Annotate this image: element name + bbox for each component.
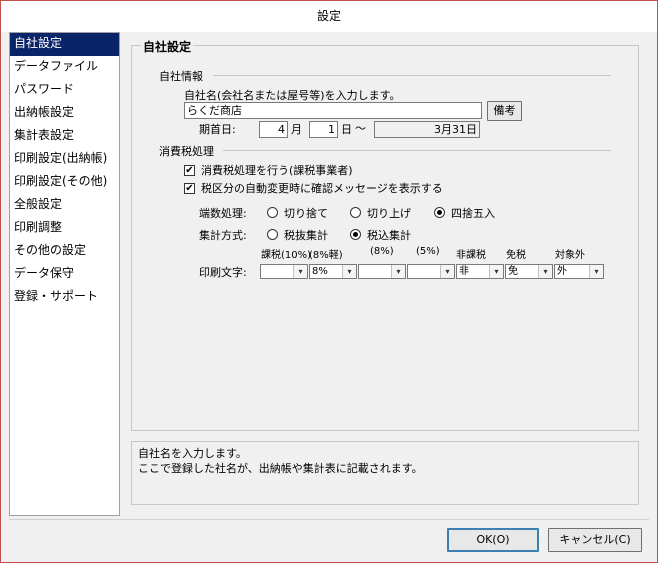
month-unit: 月 [291, 123, 302, 136]
chevron-down-icon: ▾ [440, 265, 454, 278]
main-panel: 自社設定 自社情報 自社名(会社名または屋号等)を入力します。 らくだ商店 備考… [125, 32, 647, 516]
window-title: 設定 [1, 1, 657, 32]
chevron-down-icon: ▾ [293, 265, 307, 278]
print-char-10-select[interactable]: ▾ [260, 264, 308, 279]
rounding-up-radio[interactable] [350, 207, 361, 218]
chevron-down-icon: ▾ [489, 265, 503, 278]
company-info-heading: 自社情報 [159, 70, 203, 83]
sidebar-item-company[interactable]: 自社設定 [10, 33, 119, 56]
fiscal-start-label: 期首日: [199, 123, 236, 136]
chevron-down-icon: ▾ [589, 265, 603, 278]
print-char-8-reduced-select[interactable]: 8% ▾ [309, 264, 357, 279]
sidebar-nav: 自社設定 データファイル パスワード 出納帳設定 集計表設定 印刷設定(出納帳)… [9, 32, 120, 516]
col-header-nontaxable: 非課税 [456, 250, 486, 261]
sidebar-item-print-other[interactable]: 印刷設定(その他) [10, 171, 119, 194]
help-line-1: 自社名を入力します。 [138, 447, 247, 460]
print-char-exempt-value: 免 [508, 266, 518, 277]
range-tilde: 〜 [355, 122, 366, 135]
sidebar-item-summary-settings[interactable]: 集計表設定 [10, 125, 119, 148]
print-char-exempt-select[interactable]: 免 ▾ [505, 264, 553, 279]
print-char-nontaxable-select[interactable]: 非 ▾ [456, 264, 504, 279]
company-name-prompt: 自社名(会社名または屋号等)を入力します。 [184, 89, 401, 102]
print-chars-label: 印刷文字: [199, 266, 247, 279]
panel-title: 自社設定 [141, 38, 194, 55]
chevron-down-icon: ▾ [391, 265, 405, 278]
sidebar-item-data-maintenance[interactable]: データ保守 [10, 263, 119, 286]
company-info-divider [213, 75, 611, 76]
sidebar-item-data-file[interactable]: データファイル [10, 56, 119, 79]
company-name-input[interactable]: らくだ商店 [184, 102, 482, 119]
help-description: 自社名を入力します。 ここで登録した社名が、出納帳や集計表に記載されます。 [131, 441, 639, 505]
footer-divider [9, 519, 649, 520]
print-char-out-of-scope-select[interactable]: 外 ▾ [554, 264, 604, 279]
fiscal-end-date: 3月31日 [374, 121, 480, 138]
confirm-message-label: 税区分の自動変更時に確認メッセージを表示する [201, 182, 443, 195]
rounding-half-up-radio[interactable] [434, 207, 445, 218]
sidebar-item-password[interactable]: パスワード [10, 79, 119, 102]
tax-heading: 消費税処理 [159, 145, 214, 158]
rounding-up-label: 切り上げ [367, 207, 411, 220]
col-header-exempt: 免税 [506, 250, 526, 261]
tax-exclusive-radio[interactable] [267, 229, 278, 240]
rounding-half-up-label: 四捨五入 [451, 207, 495, 220]
col-header-out-of-scope: 対象外 [555, 250, 585, 261]
tax-inclusive-radio[interactable] [350, 229, 361, 240]
method-label: 集計方式: [199, 229, 247, 242]
print-char-5-select[interactable]: ▾ [407, 264, 455, 279]
fiscal-day-input[interactable]: 1 [309, 121, 338, 138]
tax-exclusive-label: 税抜集計 [284, 229, 328, 242]
sidebar-item-general[interactable]: 全般設定 [10, 194, 119, 217]
rounding-down-radio[interactable] [267, 207, 278, 218]
cancel-button[interactable]: キャンセル(C) [548, 528, 642, 552]
print-char-8-select[interactable]: ▾ [358, 264, 406, 279]
ok-button[interactable]: OK(O) [447, 528, 539, 552]
tax-processing-label: 消費税処理を行う(課税事業者) [201, 164, 353, 177]
sidebar-item-ledger-settings[interactable]: 出納帳設定 [10, 102, 119, 125]
sidebar-item-print-ledger[interactable]: 印刷設定(出納帳) [10, 148, 119, 171]
help-line-2: ここで登録した社名が、出納帳や集計表に記載されます。 [138, 462, 423, 475]
print-char-8-reduced-value: 8% [312, 266, 328, 277]
sidebar-item-other-settings[interactable]: その他の設定 [10, 240, 119, 263]
sidebar-item-registration-support[interactable]: 登録・サポート [10, 286, 119, 309]
settings-dialog: 設定 自社設定 データファイル パスワード 出納帳設定 集計表設定 印刷設定(出… [0, 0, 658, 563]
col-header-8: (8%) [370, 246, 394, 257]
tax-inclusive-label: 税込集計 [367, 229, 411, 242]
rounding-label: 端数処理: [199, 207, 247, 220]
col-header-5: (5%) [416, 246, 440, 257]
confirm-message-checkbox[interactable]: ✔ [184, 183, 195, 194]
col-header-10: 課税(10%) [261, 250, 312, 261]
rounding-down-label: 切り捨て [284, 207, 328, 220]
fiscal-month-input[interactable]: 4 [259, 121, 288, 138]
day-unit: 日 [341, 123, 352, 136]
print-char-nontaxable-value: 非 [459, 266, 469, 277]
tax-processing-checkbox[interactable]: ✔ [184, 165, 195, 176]
notes-button[interactable]: 備考 [487, 101, 522, 121]
print-char-out-of-scope-value: 外 [557, 266, 567, 277]
chevron-down-icon: ▾ [538, 265, 552, 278]
sidebar-item-print-adjust[interactable]: 印刷調整 [10, 217, 119, 240]
chevron-down-icon: ▾ [342, 265, 356, 278]
col-header-8-reduced: (8%軽) [309, 250, 343, 261]
tax-divider [223, 150, 611, 151]
